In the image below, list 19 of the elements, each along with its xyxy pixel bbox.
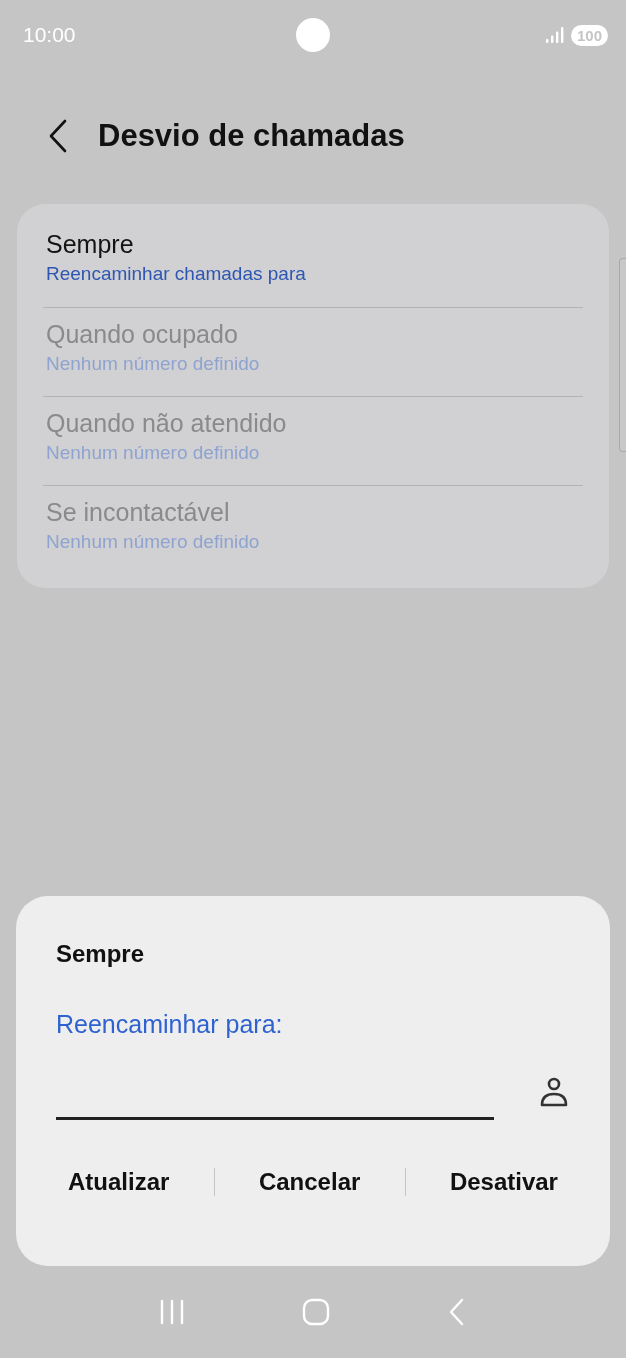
dialog-title: Sempre [56,940,146,968]
dialog-button[interactable]: Atualizar [56,1160,182,1204]
option-title: Se incontactável [46,498,231,527]
field-label: Reencaminhar para: [56,1010,284,1039]
dialog-button[interactable]: Desativar [437,1160,570,1204]
dialog-button[interactable]: Cancelar [246,1160,373,1204]
signal-icon [544,26,565,44]
option-subtitle: Nenhum número definido [46,353,261,375]
option-title: Sempre [46,230,135,259]
option-title: Quando ocupado [46,320,239,349]
option-subtitle: Nenhum número definido [46,442,261,464]
battery-level: 100 [570,24,608,46]
camera-hole [296,18,330,52]
status-time: 10:00 [23,23,76,47]
option-subtitle: Nenhum número definido [46,531,261,553]
forwarding-option[interactable]: Sempre Reencaminhar chamadas para [43,218,583,307]
page-title: Desvio de chamadas [98,118,405,154]
option-title: Quando não atendido [46,409,288,438]
option-subtitle: Reencaminhar chamadas para [46,263,307,285]
